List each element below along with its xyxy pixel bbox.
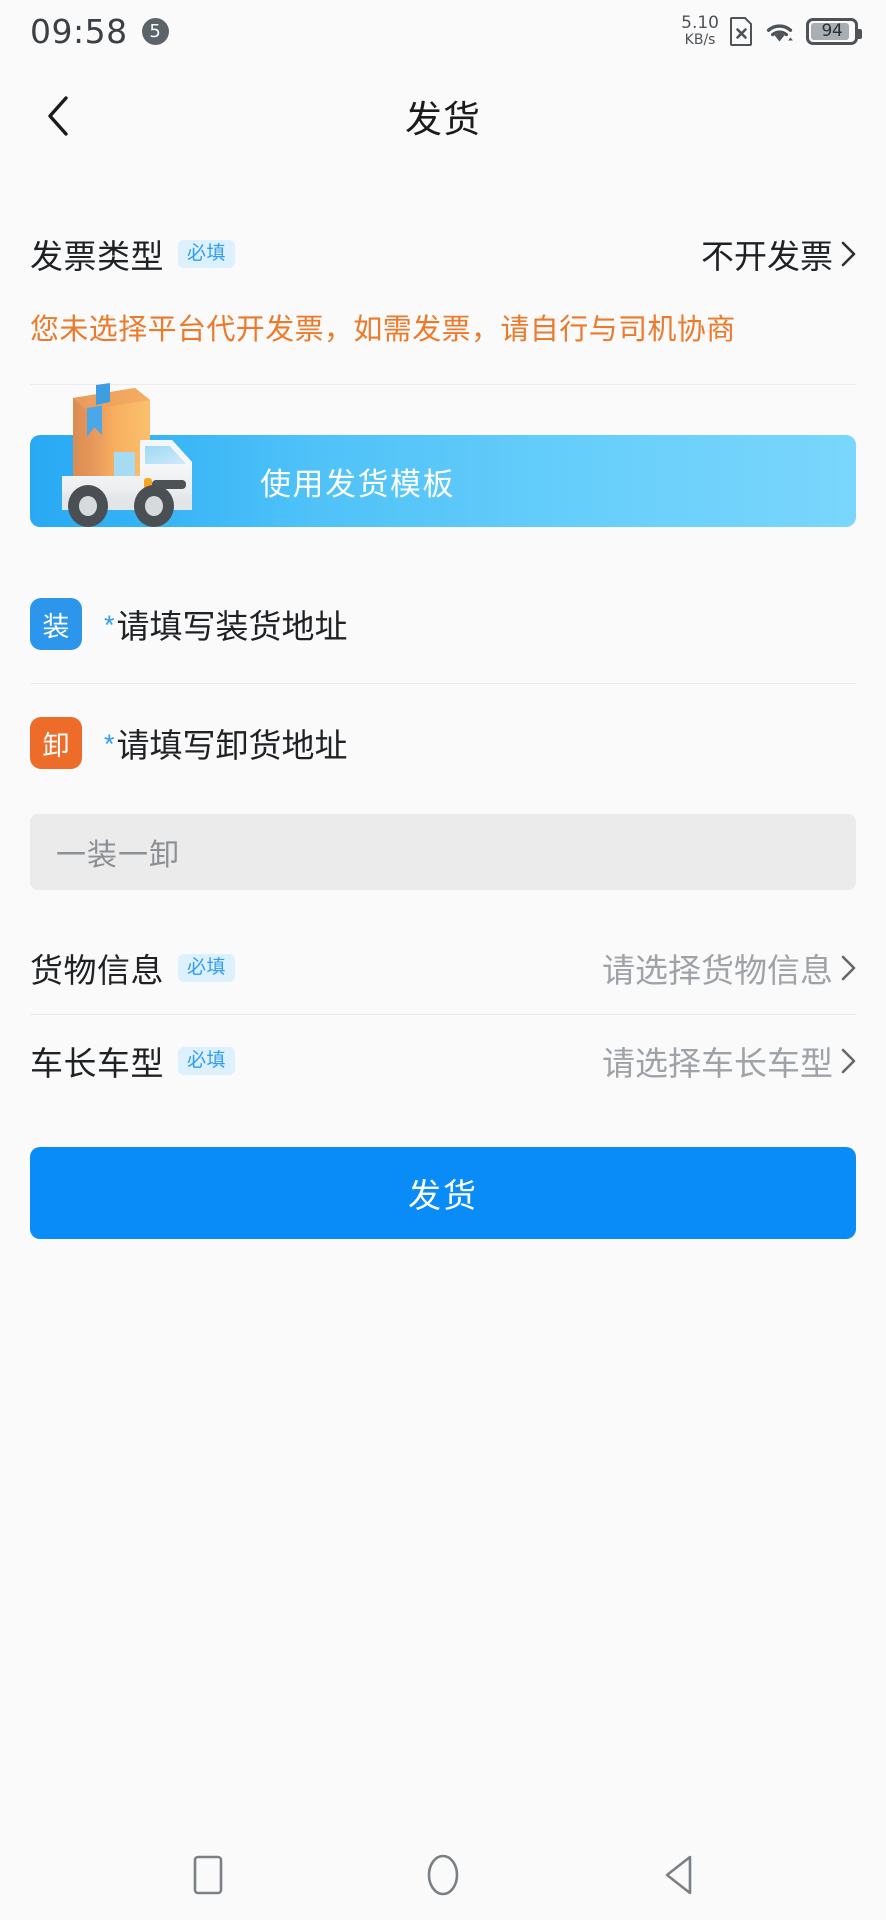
cargo-info-value: 请选择货物信息 xyxy=(602,952,833,989)
app-screen: 09:58 5 5.10 KB/s 94 发货 发票类型 必填 不开发票 您未选… xyxy=(0,0,886,1920)
cargo-info-label: 货物信息 xyxy=(30,952,164,989)
top-gap xyxy=(0,170,886,208)
chevron-left-icon xyxy=(47,96,69,136)
invoice-type-value: 不开发票 xyxy=(701,238,833,275)
battery-level-label: 94 xyxy=(821,21,843,41)
title-bar: 发货 xyxy=(0,62,886,170)
hint-gap xyxy=(0,358,886,384)
banner-label: 使用发货模板 xyxy=(260,466,455,502)
battery-indicator: 94 xyxy=(806,17,862,45)
strip-bottom-gap xyxy=(0,890,886,922)
cargo-info-row[interactable]: 货物信息 必填 请选择货物信息 xyxy=(0,922,886,1014)
android-nav-bar xyxy=(0,1830,886,1920)
status-clock: 09:58 xyxy=(30,11,128,51)
wifi-icon xyxy=(764,18,795,44)
content-filler xyxy=(0,1239,886,1830)
unloading-required-asterisk: * xyxy=(104,729,115,759)
sim-card-disabled-icon xyxy=(730,16,753,46)
invoice-type-row[interactable]: 发票类型 必填 不开发票 xyxy=(0,208,886,300)
network-speed-unit: KB/s xyxy=(684,31,716,48)
status-bar-left: 09:58 5 xyxy=(30,12,169,51)
notification-count-badge: 5 xyxy=(141,17,169,45)
strip-top-gap xyxy=(0,802,886,814)
main-content: 发票类型 必填 不开发票 您未选择平台代开发票，如需发票，请自行与司机协商 使用… xyxy=(0,170,886,1830)
cargo-info-value-group: 请选择货物信息 xyxy=(602,944,856,992)
triangle-back-icon[interactable] xyxy=(638,1835,718,1915)
status-bar: 09:58 5 5.10 KB/s 94 xyxy=(0,0,886,62)
chevron-right-icon xyxy=(841,1048,856,1074)
vehicle-type-label: 车长车型 xyxy=(30,1045,164,1082)
unloading-address-placeholder: 请填写卸货地址 xyxy=(116,727,348,764)
chevron-right-icon xyxy=(841,955,856,981)
unloading-address-row[interactable]: 卸 * 请填写卸货地址 xyxy=(0,684,886,802)
submit-shipment-button[interactable]: 发货 xyxy=(30,1147,856,1239)
network-speed-indicator: 5.10 KB/s xyxy=(681,13,719,48)
status-bar-right: 5.10 KB/s 94 xyxy=(681,13,862,48)
submit-button-container: 发货 xyxy=(0,1107,886,1239)
back-button[interactable] xyxy=(22,80,94,152)
vehicle-required-badge: 必填 xyxy=(178,1047,236,1075)
invoice-hint-text: 您未选择平台代开发票，如需发票，请自行与司机协商 xyxy=(30,314,736,346)
loading-address-placeholder: 请填写装货地址 xyxy=(116,608,348,645)
vehicle-type-row[interactable]: 车长车型 必填 请选择车长车型 xyxy=(0,1015,886,1107)
vehicle-type-value: 请选择车长车型 xyxy=(602,1045,833,1082)
loading-required-asterisk: * xyxy=(104,610,115,640)
banner-background: 使用发货模板 xyxy=(30,435,856,527)
route-summary-strip: 一装一卸 xyxy=(30,814,856,890)
square-recents-icon[interactable] xyxy=(168,1835,248,1915)
shipping-template-banner[interactable]: 使用发货模板 xyxy=(30,383,856,527)
vehicle-type-value-group: 请选择车长车型 xyxy=(602,1037,856,1085)
invoice-required-badge: 必填 xyxy=(178,240,236,268)
banner-bottom-gap xyxy=(0,527,886,565)
loading-address-text: * 请填写装货地址 xyxy=(104,600,348,648)
unloading-badge-icon: 卸 xyxy=(30,717,82,769)
banner-top-gap xyxy=(0,385,886,435)
unloading-address-text: * 请填写卸货地址 xyxy=(104,719,348,767)
network-speed-value: 5.10 xyxy=(681,13,719,34)
invoice-type-value-group: 不开发票 xyxy=(701,230,856,278)
cargo-required-badge: 必填 xyxy=(178,954,236,982)
page-title: 发货 xyxy=(405,99,481,140)
invoice-type-label: 发票类型 xyxy=(30,238,164,275)
chevron-right-icon xyxy=(841,241,856,267)
circle-home-icon[interactable] xyxy=(403,1835,483,1915)
loading-address-row[interactable]: 装 * 请填写装货地址 xyxy=(0,565,886,683)
loading-badge-icon: 装 xyxy=(30,598,82,650)
